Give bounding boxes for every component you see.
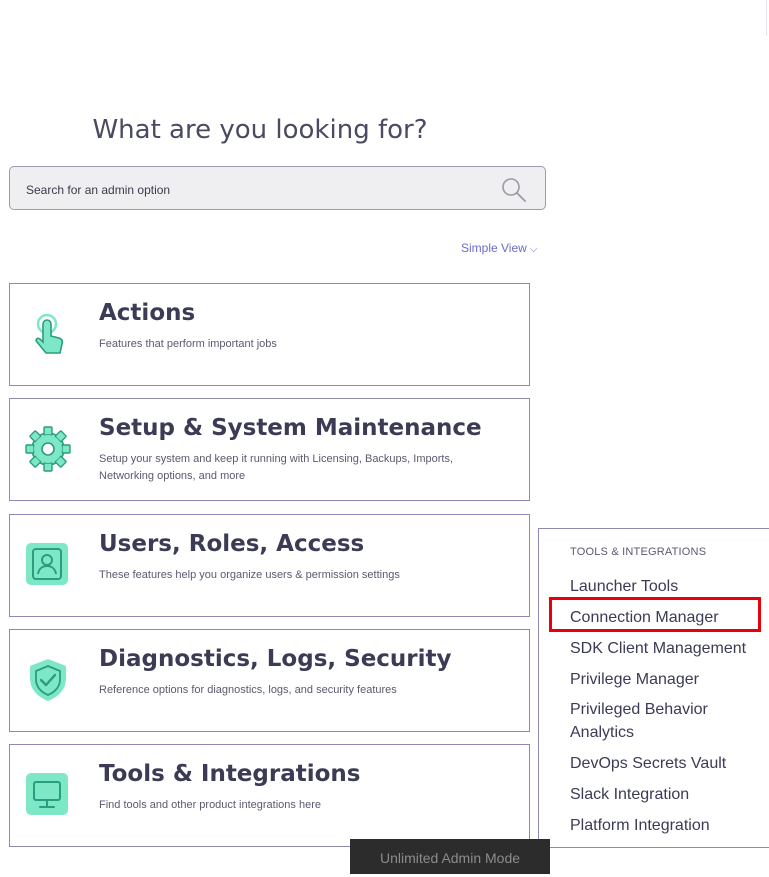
- category-card-diagnostics[interactable]: Diagnostics, Logs, Security Reference op…: [9, 629, 530, 732]
- card-description: Find tools and other product integration…: [99, 799, 321, 811]
- monitor-icon: [24, 771, 72, 819]
- simple-view-toggle[interactable]: Simple View ⌵: [461, 241, 537, 255]
- highlight-box: [549, 597, 761, 632]
- search-input[interactable]: [24, 179, 468, 201]
- card-title: Tools & Integrations: [99, 761, 361, 787]
- top-right-divider: [766, 0, 767, 36]
- chevron-down-icon: ⌵: [529, 244, 538, 255]
- search-icon[interactable]: [501, 177, 527, 207]
- flyout-heading: TOOLS & INTEGRATIONS: [570, 546, 707, 558]
- card-description: Features that perform important jobs: [99, 338, 277, 350]
- card-title: Diagnostics, Logs, Security: [99, 646, 452, 672]
- category-card-actions[interactable]: Actions Features that perform important …: [9, 283, 530, 386]
- menu-item-devops-secrets-vault[interactable]: DevOps Secrets Vault: [570, 752, 769, 775]
- category-card-setup[interactable]: Setup & System Maintenance Setup your sy…: [9, 398, 530, 501]
- menu-item-launcher-tools[interactable]: Launcher Tools: [570, 575, 769, 598]
- card-title: Setup & System Maintenance: [99, 415, 482, 441]
- category-card-tools[interactable]: Tools & Integrations Find tools and othe…: [9, 744, 530, 847]
- tools-integrations-flyout: TOOLS & INTEGRATIONS Launcher Tools Conn…: [538, 528, 769, 848]
- card-description: Setup your system and keep it running wi…: [99, 453, 454, 482]
- menu-item-privilege-manager[interactable]: Privilege Manager: [570, 668, 769, 691]
- menu-item-sdk-client-management[interactable]: SDK Client Management: [570, 637, 769, 660]
- admin-search[interactable]: [9, 166, 546, 210]
- card-title: Actions: [99, 300, 196, 326]
- card-title: Users, Roles, Access: [99, 531, 365, 557]
- menu-item-platform-integration[interactable]: Platform Integration: [570, 814, 769, 837]
- page-heading: What are you looking for?: [92, 115, 428, 146]
- card-description: Reference options for diagnostics, logs,…: [99, 684, 397, 696]
- simple-view-label: Simple View: [461, 241, 527, 255]
- category-card-users[interactable]: Users, Roles, Access These features help…: [9, 514, 530, 617]
- hand-pointer-icon: [24, 310, 72, 358]
- gear-icon: [24, 425, 72, 473]
- shield-check-icon: [24, 656, 72, 704]
- admin-mode-badge: Unlimited Admin Mode: [350, 839, 550, 874]
- user-icon: [24, 541, 72, 589]
- card-description: These features help you organize users &…: [99, 569, 400, 581]
- menu-item-privileged-behavior-analytics[interactable]: Privileged Behavior Analytics: [570, 698, 740, 744]
- menu-item-slack-integration[interactable]: Slack Integration: [570, 783, 769, 806]
